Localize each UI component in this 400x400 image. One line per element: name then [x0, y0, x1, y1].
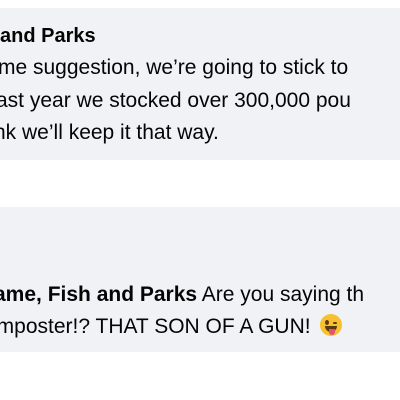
comment-thread: and Parks me suggestion, we’re going to …	[0, 0, 400, 400]
comment-text-line: nk we’ll keep it that way.	[0, 121, 219, 144]
reply-text: Are you saying th	[197, 283, 365, 306]
reply-text-line: imposter!? THAT SON OF A GUN!	[0, 314, 343, 340]
reply-text: imposter!? THAT SON OF A GUN!	[0, 315, 317, 338]
reply-text-line: ame, Fish and Parks Are you saying th	[0, 282, 364, 308]
comment-text-line: me suggestion, we’re going to stick to	[0, 56, 349, 79]
comment-text-line: ast year we stocked over 300,000 pou	[0, 89, 351, 112]
reply-author-mention[interactable]: ame, Fish and Parks	[0, 283, 197, 306]
winking-face-with-tongue-icon	[320, 314, 343, 336]
comment-author[interactable]: and Parks	[0, 24, 96, 48]
